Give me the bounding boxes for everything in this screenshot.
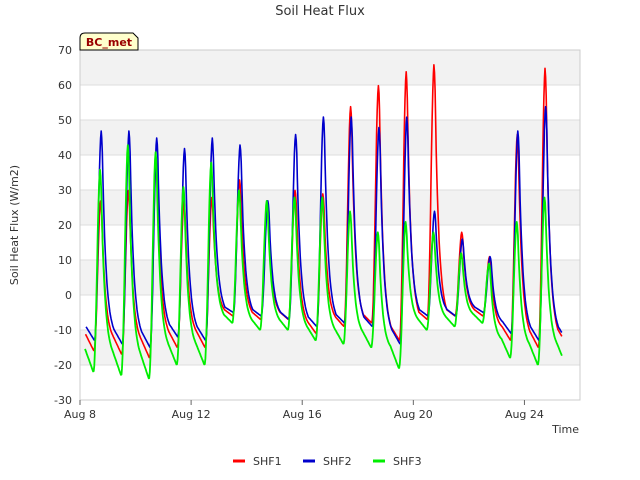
x-tick-label: Aug 16 [283,408,322,421]
x-axis-label: Time [551,423,579,436]
plot-band [80,85,580,120]
station-badge: BC_met [79,32,139,51]
y-tick-label: 10 [58,254,72,267]
x-tick-label: Aug 12 [172,408,211,421]
x-tick-label: Aug 20 [394,408,433,421]
y-axis-label: Soil Heat Flux (W/m2) [8,165,21,285]
y-tick-label: 40 [58,149,72,162]
x-tick-label: Aug 8 [64,408,96,421]
plot-band [80,225,580,260]
plot-band [80,365,580,400]
legend-label-shf1: SHF1 [253,455,282,468]
legend-label-shf3: SHF3 [393,455,422,468]
y-tick-label: -30 [54,394,72,407]
chart-title: Soil Heat Flux [275,4,365,19]
y-tick-label: -20 [54,359,72,372]
y-tick-label: 30 [58,184,72,197]
y-tick-label: 0 [65,289,72,302]
legend-label-shf2: SHF2 [323,455,352,468]
y-tick-label: -10 [54,324,72,337]
station-badge-label: BC_met [86,36,132,49]
x-tick-label: Aug 24 [505,408,544,421]
chart: -30 -20 -10 0 10 20 30 40 50 60 70 Aug 8 Aug 12 Aug … [0,0,640,480]
plot-band [80,120,580,155]
y-tick-label: 50 [58,114,72,127]
y-tick-label: 60 [58,79,72,92]
y-tick-label: 20 [58,219,72,232]
plot-band [80,50,580,85]
legend: SHF1 SHF2 SHF3 [233,455,422,468]
y-tick-label: 70 [58,44,72,57]
